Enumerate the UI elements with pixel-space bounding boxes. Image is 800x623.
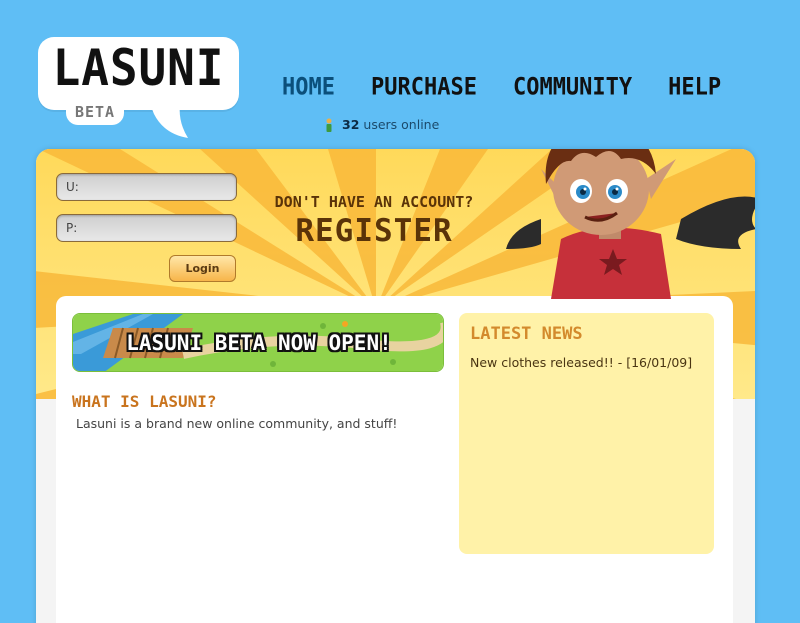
person-icon	[326, 118, 332, 132]
character-illustration	[506, 149, 755, 299]
online-count: 32	[342, 117, 360, 132]
content-panel: LASUNI BETA NOW OPEN! WHAT IS LASUNI? La…	[56, 296, 733, 623]
password-field[interactable]: P:	[56, 214, 237, 242]
nav-purchase[interactable]: PURCHASE	[371, 74, 477, 101]
main-container: U: P: Login DON'T HAVE AN ACCOUNT? REGIS…	[36, 149, 755, 623]
beta-badge: BETA	[66, 101, 124, 125]
login-button[interactable]: Login	[169, 255, 236, 282]
nav-community[interactable]: COMMUNITY	[513, 74, 632, 101]
about-heading: WHAT IS LASUNI?	[72, 392, 217, 411]
beta-open-banner[interactable]: LASUNI BETA NOW OPEN!	[72, 313, 444, 372]
users-online: 32 users online	[324, 117, 439, 132]
news-box: LATEST NEWS New clothes released!! - [16…	[459, 313, 714, 554]
no-account-prompt: DON'T HAVE AN ACCOUNT?	[274, 193, 474, 211]
nav-home[interactable]: HOME	[282, 74, 335, 101]
main-nav: HOME PURCHASE COMMUNITY HELP	[282, 74, 757, 101]
news-item[interactable]: New clothes released!! - [16/01/09]	[470, 355, 692, 370]
online-label: users online	[363, 117, 440, 132]
logo-bubble-tail	[150, 104, 188, 138]
about-body: Lasuni is a brand new online community, …	[76, 416, 398, 431]
news-heading: LATEST NEWS	[470, 324, 583, 344]
site-logo[interactable]: LASUNI	[38, 37, 239, 110]
username-field[interactable]: U:	[56, 173, 237, 201]
register-link[interactable]: REGISTER	[272, 213, 476, 249]
logo-text: LASUNI	[52, 39, 225, 97]
nav-help[interactable]: HELP	[668, 74, 721, 101]
banner-text: LASUNI BETA NOW OPEN!	[126, 331, 392, 355]
